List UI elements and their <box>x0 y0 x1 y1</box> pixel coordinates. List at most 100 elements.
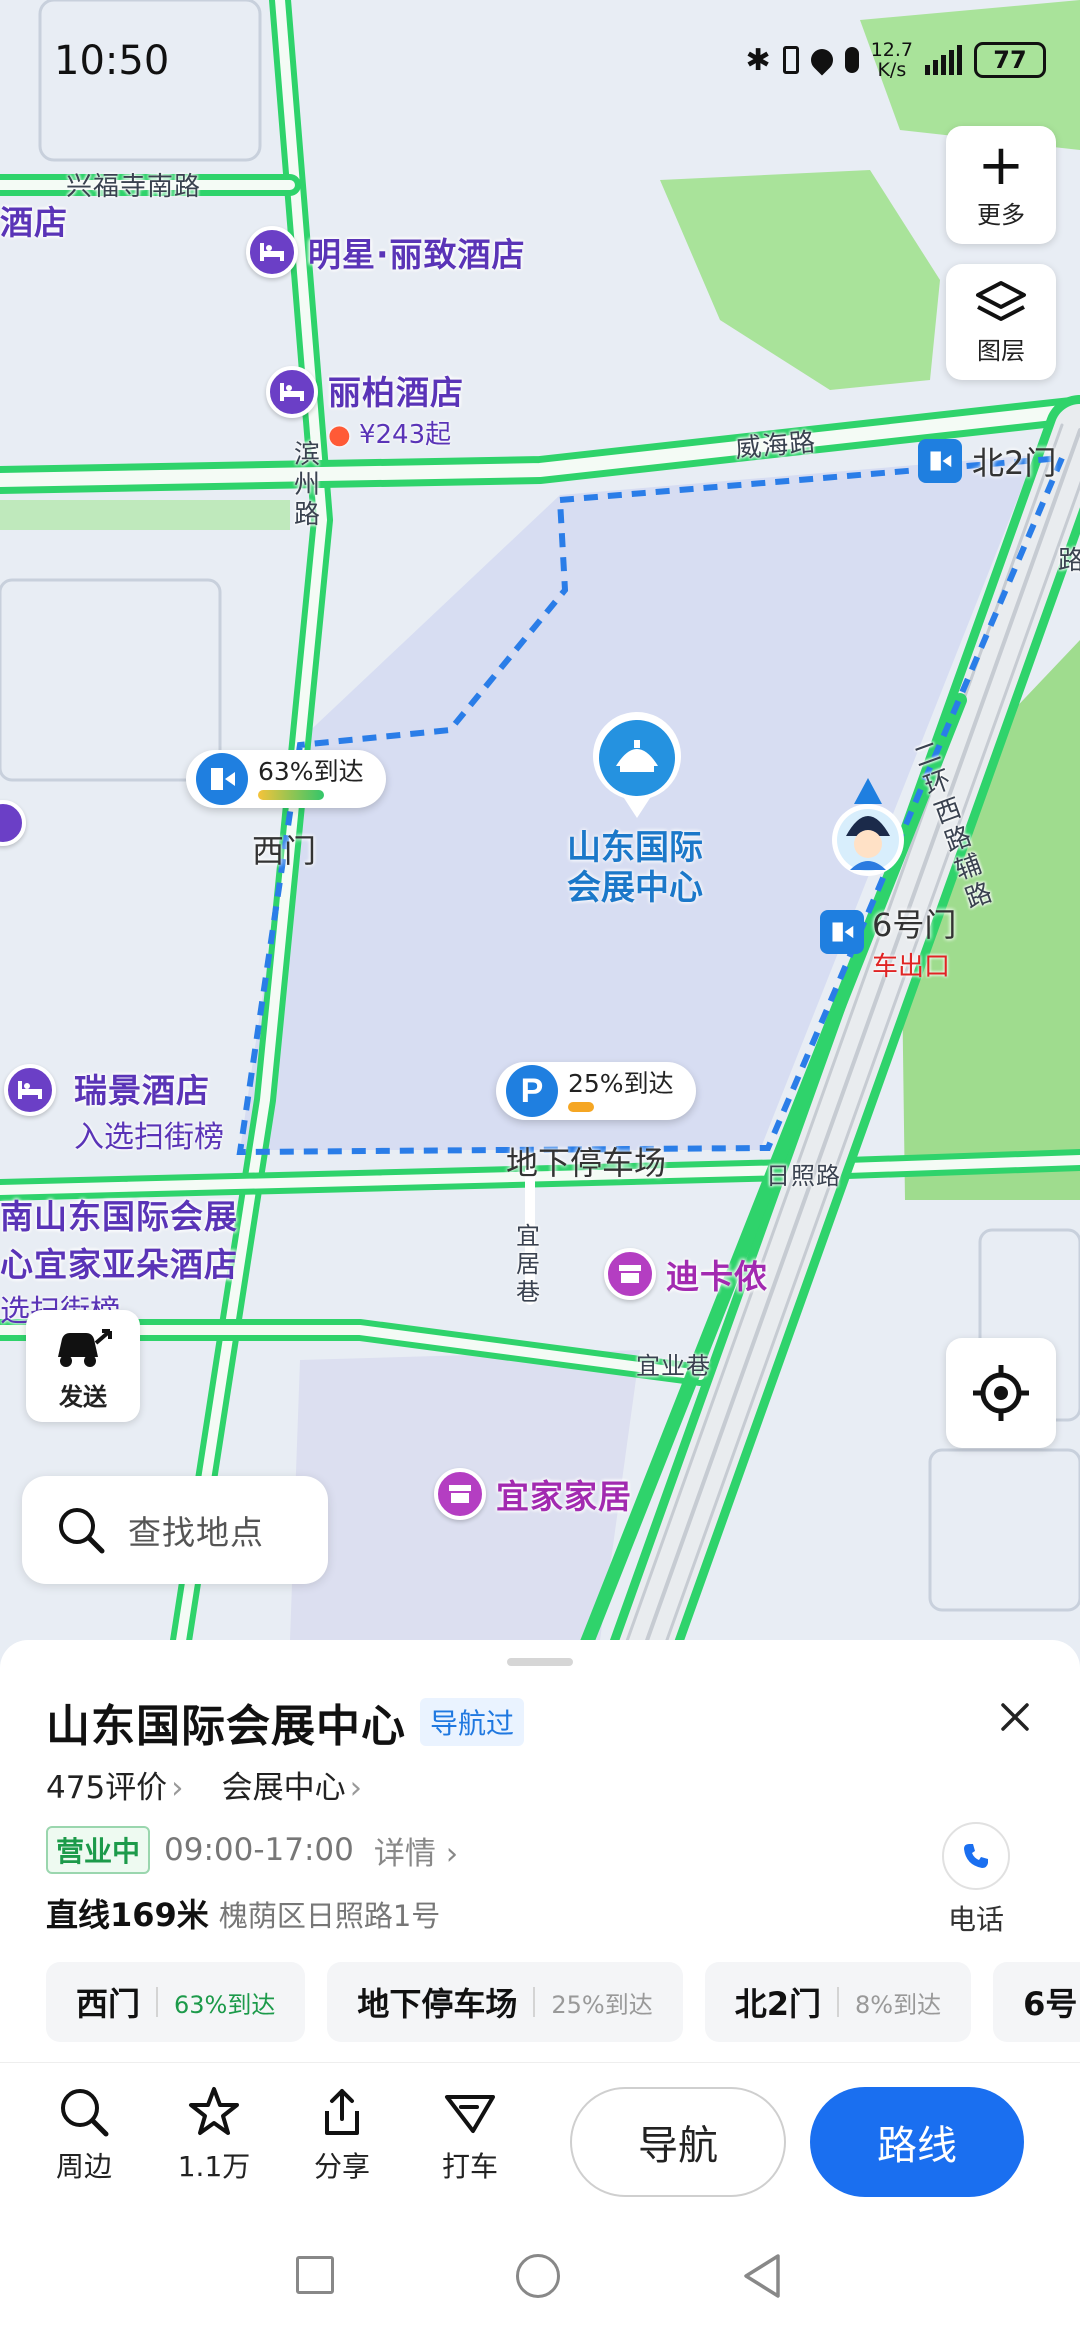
chip-divider <box>533 1987 536 2017</box>
place-title-row: 山东国际会展中心 导航过 <box>46 1690 525 1754</box>
venue-name-label: 山东国际 会展中心 <box>540 828 730 908</box>
entrance-chip-parking[interactable]: 地下停车场 25%到达 <box>327 1962 683 2042</box>
west-gate-bubble[interactable]: 63%到达 <box>186 750 386 808</box>
route-button[interactable]: 路线 <box>810 2087 1024 2197</box>
poi-ikea[interactable]: 宜家家居 <box>434 1468 632 1520</box>
chevron-right-icon: › <box>445 1835 459 1872</box>
poi-hotel-edge[interactable]: 酒店 <box>0 196 68 244</box>
road-label-binzhou: 滨州路 <box>294 440 322 530</box>
parking-rate-bar <box>568 1102 594 1112</box>
share-icon <box>325 2089 359 2135</box>
poi-libai-hotel[interactable]: 丽柏酒店 ● ¥243起 <box>266 366 464 451</box>
venue-name-line2: 会展中心 <box>567 868 703 908</box>
parking-bubble[interactable]: P 25%到达 <box>496 1062 696 1120</box>
poi-decathlon-name: 迪卡侬 <box>666 1257 768 1296</box>
more-button[interactable]: + 更多 <box>946 126 1056 244</box>
category-text: 会展中心 <box>221 1770 346 1806</box>
search-icon <box>59 1508 105 1554</box>
reviews-text: 475评价 <box>46 1770 168 1806</box>
chip-divider <box>837 1987 839 2017</box>
chip-name: 西门 <box>76 1985 141 2023</box>
status-icons: ✱ 12.7 K/s 77 <box>746 40 1046 80</box>
chevron-right-icon: › <box>349 1770 362 1806</box>
fire-icon: ● <box>328 420 351 450</box>
vibrate-icon <box>782 46 799 74</box>
share-button[interactable]: 分享 <box>292 2085 392 2185</box>
back-triangle-icon <box>744 2254 780 2298</box>
search-box[interactable]: 查找地点 <box>22 1476 328 1584</box>
poi-decathlon[interactable]: 迪卡侬 <box>604 1248 768 1300</box>
sheet-drag-handle[interactable] <box>507 1658 573 1666</box>
chevron-right-icon: › <box>171 1770 184 1806</box>
navigated-tag: 导航过 <box>420 1698 525 1746</box>
bluetooth-icon: ✱ <box>745 42 771 78</box>
star-icon <box>189 2087 239 2135</box>
entrance-chip-west[interactable]: 西门 63%到达 <box>46 1962 306 2042</box>
send-to-car-button[interactable]: 发送 <box>26 1310 140 1422</box>
venue-marker[interactable] <box>590 710 684 820</box>
user-avatar-icon <box>832 778 904 876</box>
taxi-label: 打车 <box>441 2150 498 2183</box>
west-gate-rate: 63%到达 <box>258 757 364 786</box>
status-bar: 10:50 ✱ 12.7 K/s 77 <box>0 0 1080 120</box>
nearby-button[interactable]: 周边 <box>34 2085 134 2185</box>
net-speed-unit: K/s <box>877 59 907 81</box>
chip-rate: 8%到达 <box>855 1990 942 2019</box>
entrance-chips: 西门 63%到达 地下停车场 25%到达 北2门 8%到达 6号 <box>46 1962 1080 2042</box>
action-bar: 周边 1.1万 分享 打车 导航 路线 <box>0 2062 1080 2220</box>
reviews-link[interactable]: 475评价 › <box>46 1762 184 1807</box>
entrance-chip-gate6[interactable]: 6号 <box>993 1962 1080 2042</box>
poi-mingxing-hotel[interactable]: 明星·丽致酒店 <box>246 226 526 278</box>
phone-label: 电话 <box>947 1903 1004 1936</box>
net-speed-value: 12.7 <box>870 39 913 61</box>
venue-name-line1: 山东国际 <box>567 828 703 868</box>
status-time: 10:50 <box>54 38 170 84</box>
close-icon <box>1001 1703 1029 1731</box>
home-button[interactable] <box>516 2254 560 2298</box>
details-link[interactable]: 详情 › <box>374 1828 458 1873</box>
meta-row: 475评价 › 会展中心 › <box>46 1762 362 1807</box>
details-text: 详情 <box>373 1835 436 1872</box>
map-view[interactable]: 兴福寺南路 威海路 滨州路 二环西路辅路 路 日照路 宜居巷 宜业巷 酒店 明星… <box>0 0 1080 1660</box>
poi-edge-hotel-icon[interactable] <box>0 800 26 846</box>
category-link[interactable]: 会展中心 › <box>222 1762 362 1807</box>
gate6-label: 6号门 <box>872 906 957 944</box>
road-label-rizhao: 日照路 <box>766 1162 841 1190</box>
taxi-button[interactable]: 打车 <box>420 2085 520 2185</box>
recents-button[interactable] <box>296 2256 334 2294</box>
location-icon <box>806 44 838 76</box>
layers-label: 图层 <box>977 336 1025 365</box>
chip-name: 北2门 <box>734 1985 821 2023</box>
parking-icon: P <box>506 1065 558 1117</box>
road-label-xingfusi: 兴福寺南路 <box>66 172 202 202</box>
poi-libai-price-text: ¥243起 <box>358 420 452 450</box>
phone-button[interactable]: 电话 <box>942 1822 1010 1938</box>
phone-icon <box>942 1822 1010 1890</box>
share-label: 分享 <box>313 2150 370 2183</box>
venue-pin-icon <box>593 711 681 818</box>
poi-ikea-name: 宜家家居 <box>496 1477 632 1516</box>
chip-name: 6号 <box>1023 1985 1078 2023</box>
back-button[interactable] <box>740 2252 784 2304</box>
chip-divider <box>156 1987 159 2017</box>
system-nav-bar <box>0 2220 1080 2331</box>
hotel-bed-icon <box>4 1064 56 1116</box>
west-gate-rate-bar <box>258 790 324 800</box>
poi-south-hotel[interactable]: 南山东国际会展 心宜家亚朵酒店 选扫街榜 <box>0 1190 238 1330</box>
north2-gate-marker[interactable]: 北2门 <box>918 438 1056 484</box>
poi-libai-price: ● ¥243起 <box>328 414 464 451</box>
navigate-button[interactable]: 导航 <box>570 2087 786 2197</box>
mic-icon <box>844 47 859 73</box>
road-label-yiye: 宜业巷 <box>636 1352 711 1380</box>
close-button[interactable] <box>990 1692 1040 1743</box>
address: 槐荫区日照路1号 <box>218 1899 441 1933</box>
favorite-button[interactable]: 1.1万 <box>164 2085 264 2185</box>
layers-button[interactable]: 图层 <box>946 264 1056 380</box>
shop-icon <box>604 1248 656 1300</box>
straight-distance: 直线169米 <box>46 1896 209 1934</box>
hotel-bed-icon <box>246 226 298 278</box>
entrance-chip-north2[interactable]: 北2门 8%到达 <box>704 1962 972 2042</box>
poi-ruijing-hotel[interactable]: 瑞景酒店 入选扫街榜 <box>4 1064 224 1156</box>
gate6-marker[interactable]: 6号门 车出口 <box>820 900 956 983</box>
locate-me-button[interactable] <box>946 1338 1056 1448</box>
